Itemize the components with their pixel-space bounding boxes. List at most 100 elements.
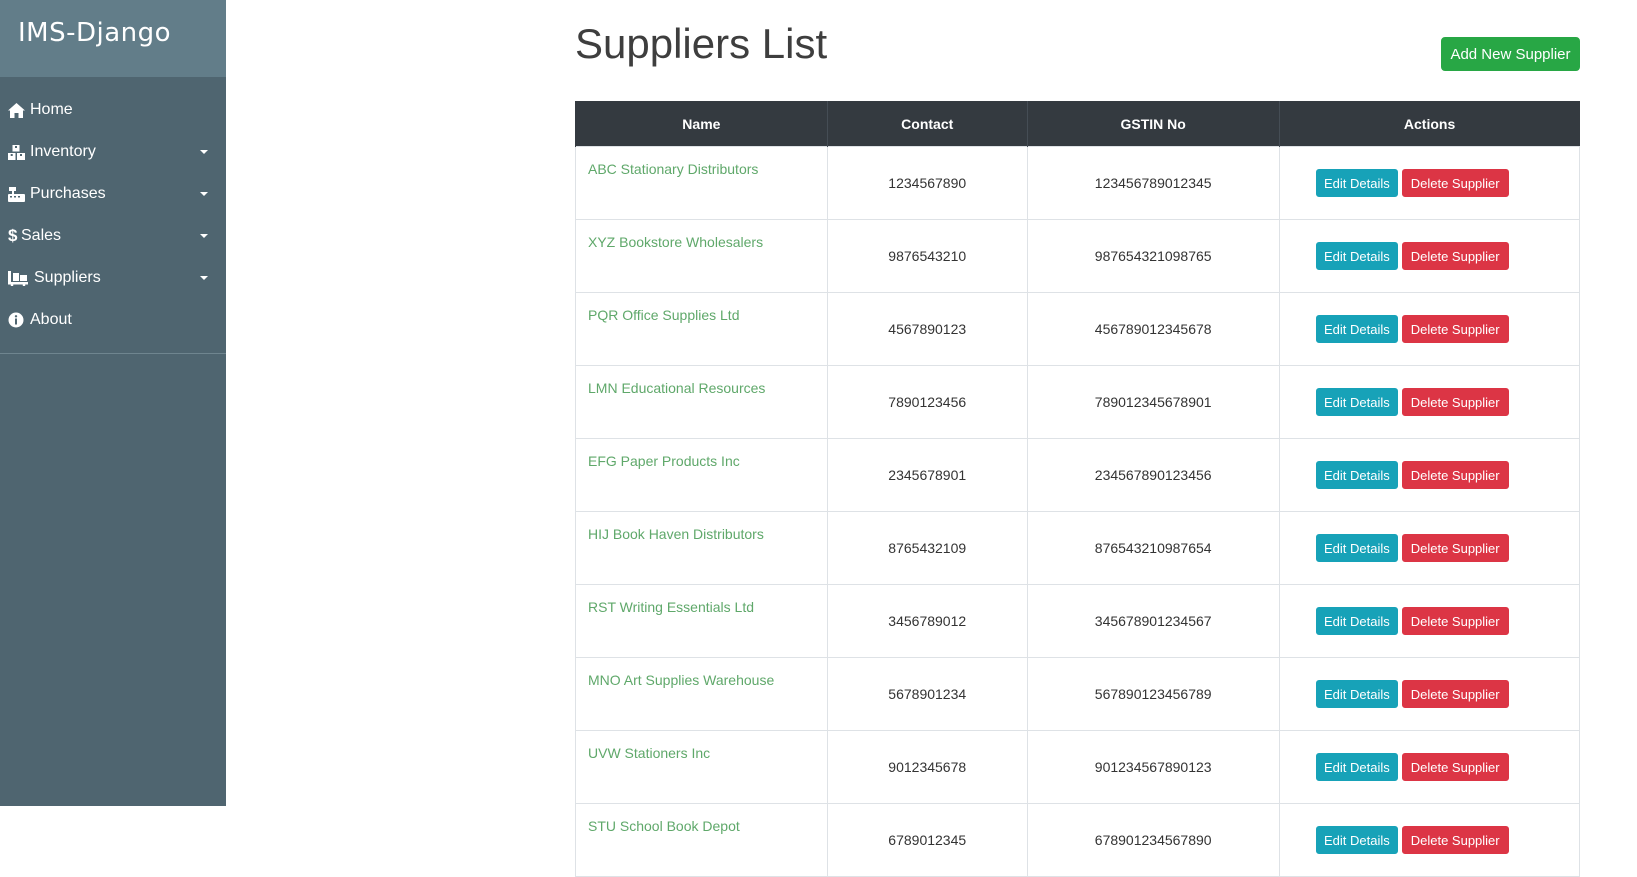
supplier-name-cell: RST Writing Essentials Ltd xyxy=(575,584,828,658)
sidebar-item-suppliers[interactable]: Suppliers xyxy=(0,257,226,299)
chevron-down-icon xyxy=(200,234,208,238)
table-row: UVW Stationers Inc 9012345678 901234567890… xyxy=(575,730,1581,804)
supplier-contact-cell: 1234567890 xyxy=(826,146,1028,220)
row-actions: Edit Details Delete Supplier xyxy=(1315,315,1509,343)
edit-details-button[interactable]: Edit Details xyxy=(1315,753,1398,781)
edit-details-button[interactable]: Edit Details xyxy=(1315,680,1398,708)
supplier-actions-cell: Edit Details Delete Supplier xyxy=(1278,292,1581,366)
supplier-actions-cell: Edit Details Delete Supplier xyxy=(1278,146,1581,220)
brand-title[interactable]: IMS-Django xyxy=(18,18,171,48)
supplier-gstin-cell: 876543210987654 xyxy=(1026,511,1280,585)
supplier-name-link[interactable]: PQR Office Supplies Ltd xyxy=(588,307,739,323)
supplier-name-cell: HIJ Book Haven Distributors xyxy=(575,511,828,585)
sidebar-item-sales[interactable]: $ Sales xyxy=(0,215,226,257)
supplier-name-cell: STU School Book Depot xyxy=(575,803,828,877)
table-row: ABC Stationary Distributors 1234567890 123… xyxy=(575,146,1581,220)
delete-supplier-button[interactable]: Delete Supplier xyxy=(1401,388,1509,416)
edit-details-button[interactable]: Edit Details xyxy=(1315,388,1398,416)
delete-supplier-button[interactable]: Delete Supplier xyxy=(1401,534,1509,562)
supplier-contact-cell: 6789012345 xyxy=(826,803,1028,877)
sidebar-item-label: Inventory xyxy=(30,143,96,160)
sidebar-nav: Home Inventory Purchases $ Sales Supplie xyxy=(0,77,226,354)
supplier-actions-cell: Edit Details Delete Supplier xyxy=(1278,438,1581,512)
supplier-name-link[interactable]: RST Writing Essentials Ltd xyxy=(588,599,754,615)
delete-supplier-button[interactable]: Delete Supplier xyxy=(1401,169,1509,197)
supplier-actions-cell: Edit Details Delete Supplier xyxy=(1278,365,1581,439)
sidebar-item-inventory[interactable]: Inventory xyxy=(0,131,226,173)
suppliers-table: Name Contact GSTIN No Actions ABC Statio… xyxy=(575,101,1581,877)
boxes-icon xyxy=(8,144,28,160)
table-row: EFG Paper Products Inc 2345678901 23456789… xyxy=(575,438,1581,512)
delete-supplier-button[interactable]: Delete Supplier xyxy=(1401,607,1509,635)
row-actions: Edit Details Delete Supplier xyxy=(1315,607,1509,635)
edit-details-button[interactable]: Edit Details xyxy=(1315,826,1398,854)
column-header-name: Name xyxy=(575,101,828,147)
edit-details-button[interactable]: Edit Details xyxy=(1315,607,1398,635)
row-actions: Edit Details Delete Supplier xyxy=(1315,680,1509,708)
delete-supplier-button[interactable]: Delete Supplier xyxy=(1401,826,1509,854)
supplier-gstin-cell: 567890123456789 xyxy=(1026,657,1280,731)
supplier-actions-cell: Edit Details Delete Supplier xyxy=(1278,584,1581,658)
supplier-gstin-cell: 789012345678901 xyxy=(1026,365,1280,439)
sidebar-item-purchases[interactable]: Purchases xyxy=(0,173,226,215)
edit-details-button[interactable]: Edit Details xyxy=(1315,461,1398,489)
supplier-gstin-cell: 234567890123456 xyxy=(1026,438,1280,512)
edit-details-button[interactable]: Edit Details xyxy=(1315,315,1398,343)
supplier-name-cell: PQR Office Supplies Ltd xyxy=(575,292,828,366)
home-icon xyxy=(8,102,28,118)
row-actions: Edit Details Delete Supplier xyxy=(1315,388,1509,416)
table-body: ABC Stationary Distributors 1234567890 123… xyxy=(575,146,1581,877)
brand-header: IMS-Django xyxy=(0,0,226,77)
supplier-actions-cell: Edit Details Delete Supplier xyxy=(1278,219,1581,293)
table-row: PQR Office Supplies Ltd 4567890123 4567890… xyxy=(575,292,1581,366)
supplier-name-link[interactable]: EFG Paper Products Inc xyxy=(588,453,740,469)
cash-register-icon xyxy=(8,186,28,202)
supplier-contact-cell: 2345678901 xyxy=(826,438,1028,512)
table-row: XYZ Bookstore Wholesalers 9876543210 98765… xyxy=(575,219,1581,293)
edit-details-button[interactable]: Edit Details xyxy=(1315,534,1398,562)
supplier-name-link[interactable]: ABC Stationary Distributors xyxy=(588,161,758,177)
row-actions: Edit Details Delete Supplier xyxy=(1315,242,1509,270)
sidebar-item-about[interactable]: About xyxy=(0,299,226,341)
supplier-name-link[interactable]: LMN Educational Resources xyxy=(588,380,765,396)
supplier-actions-cell: Edit Details Delete Supplier xyxy=(1278,803,1581,877)
supplier-actions-cell: Edit Details Delete Supplier xyxy=(1278,657,1581,731)
supplier-name-link[interactable]: HIJ Book Haven Distributors xyxy=(588,526,764,542)
supplier-contact-cell: 3456789012 xyxy=(826,584,1028,658)
delete-supplier-button[interactable]: Delete Supplier xyxy=(1401,680,1509,708)
chevron-down-icon xyxy=(200,150,208,154)
add-new-supplier-button[interactable]: Add New Supplier xyxy=(1441,37,1580,71)
edit-details-button[interactable]: Edit Details xyxy=(1315,242,1398,270)
supplier-name-cell: LMN Educational Resources xyxy=(575,365,828,439)
delete-supplier-button[interactable]: Delete Supplier xyxy=(1401,461,1509,489)
supplier-name-link[interactable]: UVW Stationers Inc xyxy=(588,745,710,761)
delete-supplier-button[interactable]: Delete Supplier xyxy=(1401,315,1509,343)
row-actions: Edit Details Delete Supplier xyxy=(1315,826,1509,854)
page-title: Suppliers List xyxy=(575,20,828,67)
table-row: STU School Book Depot 6789012345 678901234… xyxy=(575,803,1581,877)
supplier-gstin-cell: 987654321098765 xyxy=(1026,219,1280,293)
chevron-down-icon xyxy=(200,276,208,280)
supplier-name-link[interactable]: MNO Art Supplies Warehouse xyxy=(588,672,774,688)
column-header-gstin: GSTIN No xyxy=(1026,101,1280,147)
supplier-gstin-cell: 345678901234567 xyxy=(1026,584,1280,658)
supplier-name-link[interactable]: STU School Book Depot xyxy=(588,818,740,834)
edit-details-button[interactable]: Edit Details xyxy=(1315,169,1398,197)
supplier-actions-cell: Edit Details Delete Supplier xyxy=(1278,730,1581,804)
table-row: RST Writing Essentials Ltd 3456789012 3456… xyxy=(575,584,1581,658)
supplier-name-link[interactable]: XYZ Bookstore Wholesalers xyxy=(588,234,763,250)
sidebar-item-home[interactable]: Home xyxy=(0,89,226,131)
table-row: MNO Art Supplies Warehouse 5678901234 5678… xyxy=(575,657,1581,731)
chevron-down-icon xyxy=(200,192,208,196)
delete-supplier-button[interactable]: Delete Supplier xyxy=(1401,242,1509,270)
column-header-actions: Actions xyxy=(1278,101,1580,147)
table-row: HIJ Book Haven Distributors 8765432109 876… xyxy=(575,511,1581,585)
delete-supplier-button[interactable]: Delete Supplier xyxy=(1401,753,1509,781)
supplier-actions-cell: Edit Details Delete Supplier xyxy=(1278,511,1581,585)
sidebar: IMS-Django Home Inventory Purchases $ Sa… xyxy=(0,0,226,806)
sidebar-item-label: Suppliers xyxy=(34,269,101,286)
supplier-contact-cell: 9012345678 xyxy=(826,730,1028,804)
supplier-name-cell: ABC Stationary Distributors xyxy=(575,146,828,220)
sidebar-item-label: Purchases xyxy=(30,185,106,202)
sidebar-item-label: Home xyxy=(30,101,73,118)
